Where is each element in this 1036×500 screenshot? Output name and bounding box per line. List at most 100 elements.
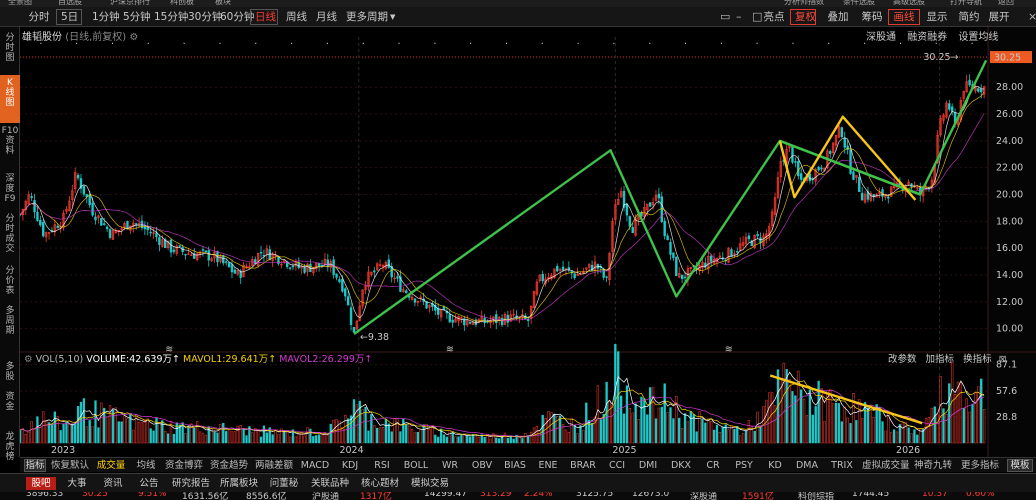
menu-item[interactable]: 全景图 [8, 0, 32, 7]
menu-item[interactable]: 自选股 [58, 0, 82, 7]
kline-chart[interactable]: 10.00 12.00 14.00 16.00 18.00 20.00 22.00 24.00… [20, 27, 1036, 457]
indicator-tab-17[interactable]: DMI [635, 459, 661, 472]
period-3[interactable]: 5分钟 [119, 9, 151, 25]
link-margin[interactable]: 融资融券 [907, 32, 947, 43]
volume-bar [460, 433, 463, 444]
indicator-tab-3[interactable]: 均线 [133, 459, 159, 472]
period-8[interactable]: 周线 [282, 9, 310, 25]
bottom-tab-2[interactable]: 资讯 [98, 477, 128, 490]
indicator-tab-2[interactable]: 成交量 [94, 459, 128, 472]
menu-item[interactable]: 科创板 [170, 0, 194, 7]
volume-bar [588, 420, 591, 444]
sidebar-item-6[interactable]: 多 周 期 [0, 303, 20, 359]
toolbar-btn-2[interactable]: 叠加 [822, 9, 854, 25]
indicator-tab-22[interactable]: DMA [792, 459, 822, 472]
sidebar-item-5[interactable]: 分 价 表 [0, 263, 20, 303]
indicator-tab-0[interactable]: 指标 [24, 459, 46, 472]
menu-item[interactable]: 打开导航 [950, 0, 982, 7]
trend-line-green[interactable] [353, 59, 988, 335]
link-change-params[interactable]: 改参数 [888, 354, 917, 365]
indicator-tab-9[interactable]: RSI [369, 459, 395, 472]
indicator-tab-23[interactable]: TRIX [827, 459, 857, 472]
indicator-tab-19[interactable]: CR [701, 459, 725, 472]
link-switch-indicator[interactable]: 换指标 [963, 354, 992, 365]
period-10[interactable]: 更多周期 [342, 9, 390, 25]
gear-icon[interactable]: ⚙ [129, 32, 138, 43]
close-icon[interactable]: × [1024, 9, 1036, 25]
volume-bar [524, 433, 527, 444]
indicator-tab-6[interactable]: 两融差额 [254, 459, 294, 472]
indicator-tab-16[interactable]: CCI [604, 459, 630, 472]
indicator-tab-14[interactable]: ENE [534, 459, 562, 472]
toolbar-btn-4[interactable]: 画线 [888, 9, 920, 25]
toolbar-btn-1[interactable]: 复权 [790, 9, 816, 25]
sidebar-item-3[interactable]: 深 度 F9 [0, 171, 20, 211]
sidebar-item-4[interactable]: 分 时 成 交 [0, 211, 20, 263]
period-5[interactable]: 30分钟 [184, 9, 222, 25]
bottom-tab-4[interactable]: 研究报告 [170, 477, 212, 490]
toolbar-btn-3[interactable]: 筹码 [856, 9, 888, 25]
menu-item[interactable]: 高级选股 [893, 0, 925, 7]
menu-item[interactable]: 分析师指数 [784, 0, 824, 7]
indicator-tab-10[interactable]: BOLL [400, 459, 432, 472]
indicator-tab-5[interactable]: 资金趋势 [209, 459, 249, 472]
indicator-tab-25[interactable]: 神奇九转 [913, 459, 953, 472]
menu-item[interactable]: 沪深京排行 [110, 0, 150, 7]
bottom-tab-3[interactable]: 公告 [134, 477, 164, 490]
sidebar-item-1[interactable]: K 线 图 [0, 75, 20, 123]
bottom-tab-8[interactable]: 核心题材 [358, 477, 402, 490]
link-ma-settings[interactable]: 设置均线 [958, 32, 998, 43]
sidebar-item-8[interactable]: 资 金 [0, 389, 20, 429]
maximize-icon[interactable]: □ [748, 9, 766, 25]
period-9[interactable]: 月线 [312, 9, 340, 25]
period-2[interactable]: 1分钟 [88, 9, 120, 25]
toolbar-btn-7[interactable]: 展开 [984, 9, 1014, 25]
indicator-tab-15[interactable]: BRAR [567, 459, 599, 472]
settings-icon[interactable]: ⚙ [24, 354, 33, 365]
toolbar-btn-6[interactable]: 简约 [954, 9, 984, 25]
indicator-tab-12[interactable]: OBV [468, 459, 496, 472]
bottom-tab-5[interactable]: 所属板块 [218, 477, 260, 490]
menu-item[interactable]: 板块 [215, 0, 231, 7]
period-4[interactable]: 15分钟 [150, 9, 188, 25]
period-0[interactable]: 分时 [24, 9, 54, 25]
link-add-indicator[interactable]: 加指标 [926, 354, 955, 365]
toolbar-btn-5[interactable]: 显示 [920, 9, 954, 25]
bottom-tab-6[interactable]: 问董秘 [266, 477, 302, 490]
volume-bar [683, 413, 687, 444]
restore-icon[interactable]: – [732, 9, 746, 25]
sidebar-item-9[interactable]: 龙 虎 榜 [0, 429, 20, 462]
sidebar-item-2[interactable]: F10 资 料 [0, 123, 20, 169]
indicator-tab-27[interactable]: 模板 [1007, 459, 1033, 472]
indicator-tab-1[interactable]: 恢复默认 [51, 459, 89, 472]
candle-body [259, 252, 263, 254]
menu-item[interactable]: 返回 [998, 0, 1014, 7]
bottom-tab-1[interactable]: 大事 [62, 477, 92, 490]
bottom-tab-9[interactable]: 模拟交易 [408, 477, 452, 490]
period-6[interactable]: 60分钟 [216, 9, 254, 25]
menu-item[interactable]: 条件选股 [843, 0, 875, 7]
indicator-tab-21[interactable]: KD [763, 459, 787, 472]
stock-name[interactable]: 雄韬股份 [22, 32, 62, 43]
close-icon[interactable]: ⊠ [999, 354, 1007, 365]
sidebar-item-0[interactable]: 分 时 图 [0, 30, 20, 66]
indicator-tab-24[interactable]: 虚拟成交量 [862, 459, 910, 472]
volume-bar [590, 422, 594, 444]
period-1[interactable]: 5日 [56, 9, 82, 25]
indicator-tab-13[interactable]: BIAS [501, 459, 529, 472]
volume-bar [733, 428, 736, 444]
bottom-tab-0[interactable]: 股吧 [26, 477, 56, 490]
indicator-tab-11[interactable]: WR [437, 459, 463, 472]
volume-bar [692, 414, 695, 444]
indicator-tab-4[interactable]: 资金博弈 [164, 459, 204, 472]
bottom-tab-7[interactable]: 关联品种 [308, 477, 352, 490]
indicator-tab-26[interactable]: 更多指标 [958, 459, 1002, 472]
indicator-tab-7[interactable]: MACD [299, 459, 331, 472]
indicator-tab-20[interactable]: PSY [730, 459, 758, 472]
sidebar-item-7[interactable]: 多 股 [0, 359, 20, 389]
indicator-tab-8[interactable]: KDJ [336, 459, 364, 472]
chevron-down-icon[interactable]: ▼ [386, 9, 399, 25]
indicator-tab-18[interactable]: DKX [666, 459, 696, 472]
link-shengutong[interactable]: 深股通 [866, 32, 896, 43]
period-7[interactable]: 日线 [250, 9, 278, 25]
